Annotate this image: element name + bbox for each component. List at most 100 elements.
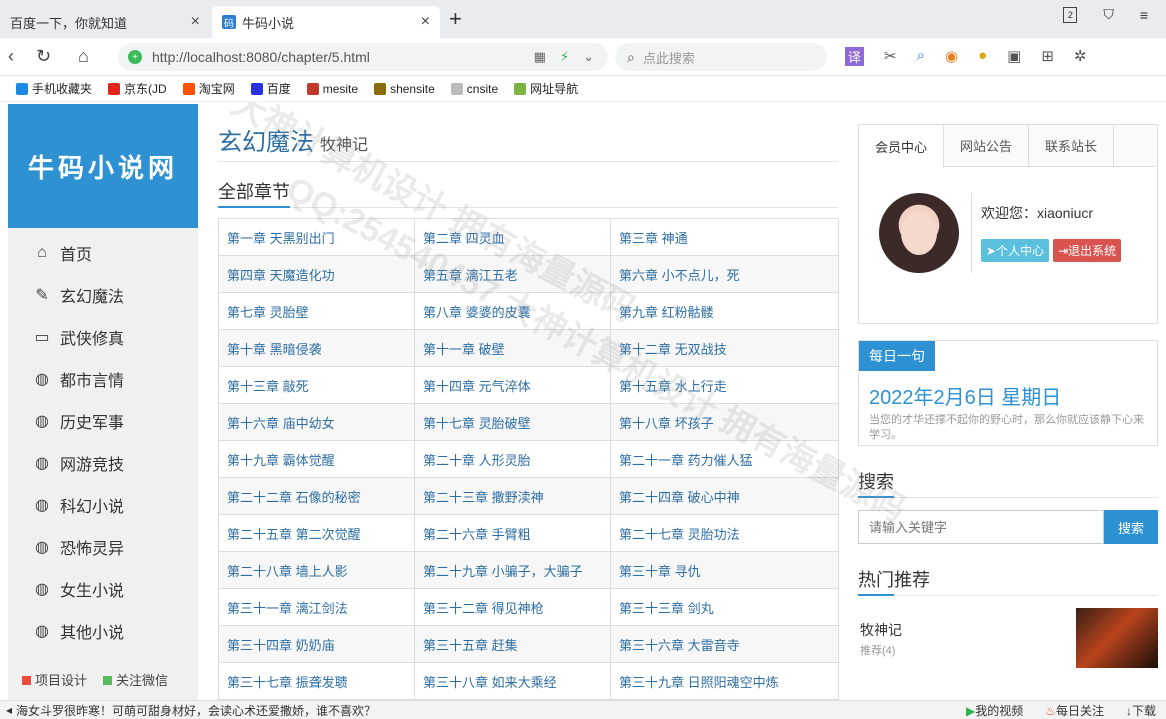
new-tab-button[interactable]: + <box>449 6 462 32</box>
search-button[interactable]: 搜索 <box>1104 510 1158 544</box>
chapter-link[interactable]: 第三十九章 日照阳魂空中炼 <box>611 663 839 700</box>
chapter-link[interactable]: 第三十四章 奶奶庙 <box>219 626 415 663</box>
chapter-link[interactable]: 第八章 婆婆的皮囊 <box>415 293 611 330</box>
chapter-link[interactable]: 第十五章 水上行走 <box>611 367 839 404</box>
coin-icon[interactable]: ● <box>978 47 987 66</box>
chapter-link[interactable]: 第二十章 人形灵胎 <box>415 441 611 478</box>
chapter-link[interactable]: 第一章 天黑别出门 <box>219 219 415 256</box>
chapter-link[interactable]: 第三十章 寻仇 <box>611 552 839 589</box>
bookmark-item[interactable]: 京东(JD <box>108 80 167 97</box>
bookmark-item[interactable]: mesite <box>306 80 358 97</box>
chapter-link[interactable]: 第六章 小不点儿，死 <box>611 256 839 293</box>
window-count-icon[interactable]: 2 <box>1063 6 1078 23</box>
shirt-icon[interactable]: ⛉ <box>1103 6 1114 23</box>
tab-contact[interactable]: 联系站长 <box>1029 125 1115 166</box>
logout-button[interactable]: ⇥退出系统 <box>1053 239 1122 262</box>
search-input[interactable] <box>858 510 1104 544</box>
chapter-link[interactable]: 第二十九章 小骗子，大骗子 <box>415 552 611 589</box>
url-field[interactable]: + http://localhost:8080/chapter/5.html ▦… <box>118 43 608 71</box>
gamepad-icon[interactable]: ◉ <box>945 47 958 66</box>
nav-item[interactable]: ◍ 历史军事 <box>8 400 198 442</box>
nav-item[interactable]: ◍ 女生小说 <box>8 568 198 610</box>
chapter-link[interactable]: 第二十三章 撒野渎神 <box>415 478 611 515</box>
nav-item[interactable]: ◍ 都市言情 <box>8 358 198 400</box>
hot-book-title[interactable]: 牧神记 <box>860 620 902 640</box>
chapter-link[interactable]: 第二十八章 墙上人影 <box>219 552 415 589</box>
bookmark-item[interactable]: 手机收藏夹 <box>16 80 92 97</box>
bookmark-item[interactable]: 网址导航 <box>514 80 578 97</box>
footer-link-label: 关注微信 <box>116 673 169 688</box>
home-icon[interactable]: ⌂ <box>78 46 89 67</box>
my-video-link[interactable]: ▶我的视频 <box>966 702 1023 719</box>
nav-item[interactable]: ◍ 恐怖灵异 <box>8 526 198 568</box>
scissors-icon[interactable]: ✂ <box>884 47 897 66</box>
translate-icon[interactable]: 译 <box>845 47 865 66</box>
chapter-link[interactable]: 第二章 四灵血 <box>415 219 611 256</box>
lightning-icon[interactable]: ⚡ <box>560 49 569 65</box>
chapter-link[interactable]: 第三十六章 大雷音寺 <box>611 626 839 663</box>
tab-announcements[interactable]: 网站公告 <box>944 125 1030 166</box>
bookmark-item[interactable]: 百度 <box>250 80 291 97</box>
chevron-down-icon[interactable]: ⌄ <box>583 49 594 65</box>
chapter-link[interactable]: 第九章 红粉骷髅 <box>611 293 839 330</box>
nav-item[interactable]: ▭ 武侠修真 <box>8 316 198 358</box>
chapter-link[interactable]: 第十九章 霸体觉醒 <box>219 441 415 478</box>
chapter-link[interactable]: 第三十二章 得见神枪 <box>415 589 611 626</box>
nav-item[interactable]: ◍ 科幻小说 <box>8 484 198 526</box>
chapter-link[interactable]: 第三十八章 如来大乘经 <box>415 663 611 700</box>
book-cover[interactable] <box>1076 608 1158 668</box>
tab-baidu[interactable]: 百度一下，你就知道 × <box>0 6 210 38</box>
back-icon[interactable]: ‹ <box>8 46 14 67</box>
chapter-link[interactable]: 第三十五章 赶集 <box>415 626 611 663</box>
chapter-link[interactable]: 第十三章 敲死 <box>219 367 415 404</box>
chapter-link[interactable]: 第三十三章 剑丸 <box>611 589 839 626</box>
tab-member-center[interactable]: 会员中心 <box>859 125 945 168</box>
settings-icon[interactable]: ✲ <box>1074 47 1087 66</box>
book-category[interactable]: 玄幻魔法 <box>218 122 314 157</box>
chapter-link[interactable]: 第二十五章 第二次觉醒 <box>219 515 415 552</box>
chapter-link[interactable]: 第十章 黑暗侵袭 <box>219 330 415 367</box>
close-icon[interactable]: × <box>421 13 430 31</box>
chapter-link[interactable]: 第二十四章 破心中神 <box>611 478 839 515</box>
chapter-link[interactable]: 第二十二章 石像的秘密 <box>219 478 415 515</box>
chapter-link[interactable]: 第十七章 灵胎破壁 <box>415 404 611 441</box>
chapter-link[interactable]: 第三十一章 漓江剑法 <box>219 589 415 626</box>
refresh-icon[interactable]: ↻ <box>36 46 51 67</box>
chapter-link[interactable]: 第二十七章 灵胎功法 <box>611 515 839 552</box>
apps-icon[interactable]: ⊞ <box>1041 47 1054 66</box>
browser-search-input[interactable]: ⌕ 点此搜索 <box>615 43 827 71</box>
grid-icon[interactable]: ▦ <box>534 49 546 65</box>
download-link[interactable]: ↓下载 <box>1126 702 1156 719</box>
bookmark-item[interactable]: cnsite <box>450 80 498 97</box>
chapter-link[interactable]: 第二十六章 手臂粗 <box>415 515 611 552</box>
chapter-link[interactable]: 第十一章 破壁 <box>415 330 611 367</box>
footer-link[interactable]: 关注微信 <box>103 670 168 689</box>
news-ticker[interactable]: 海女斗罗很昨寒！可萌可甜身材好，会读心术还爱撒娇，谁不喜欢？ <box>16 702 376 719</box>
profile-button[interactable]: ➤个人中心 <box>981 239 1050 262</box>
tab-niuma[interactable]: 码 牛码小说 × <box>212 6 440 38</box>
chapter-link[interactable]: 第十四章 元气淬体 <box>415 367 611 404</box>
menu-icon[interactable]: ≡ <box>1140 7 1148 23</box>
chapter-link[interactable]: 第十二章 无双战技 <box>611 330 839 367</box>
wallet-icon[interactable]: ▣ <box>1007 47 1021 66</box>
daily-follow-link[interactable]: ♨每日关注 <box>1045 702 1104 719</box>
chapter-link[interactable]: 第七章 灵胎壁 <box>219 293 415 330</box>
chapter-link[interactable]: 第五章 漓江五老 <box>415 256 611 293</box>
chapter-link[interactable]: 第十八章 坏孩子 <box>611 404 839 441</box>
site-logo[interactable]: 牛码小说网 <box>8 104 198 228</box>
chapter-link[interactable]: 第三十七章 振聋发聩 <box>219 663 415 700</box>
nav-item[interactable]: ⌂ 首页 <box>8 232 198 274</box>
chapter-link[interactable]: 第四章 天魔造化功 <box>219 256 415 293</box>
magnifier-icon[interactable]: ⌕ <box>917 47 925 66</box>
bookmark-item[interactable]: shensite <box>374 80 435 97</box>
nav-item[interactable]: ◍ 网游竞技 <box>8 442 198 484</box>
chapter-link[interactable]: 第二十一章 药力催人猛 <box>611 441 839 478</box>
hot-book-item[interactable]: 牧神记 推荐(4) <box>858 608 1158 672</box>
bookmark-item[interactable]: 淘宝网 <box>182 80 235 97</box>
nav-item[interactable]: ✎ 玄幻魔法 <box>8 274 198 316</box>
chapter-link[interactable]: 第三章 神通 <box>611 219 839 256</box>
chapter-link[interactable]: 第十六章 庙中幼女 <box>219 404 415 441</box>
nav-item[interactable]: ◍ 其他小说 <box>8 610 198 652</box>
footer-link[interactable]: 项目设计 <box>22 670 87 689</box>
close-icon[interactable]: × <box>191 13 200 31</box>
